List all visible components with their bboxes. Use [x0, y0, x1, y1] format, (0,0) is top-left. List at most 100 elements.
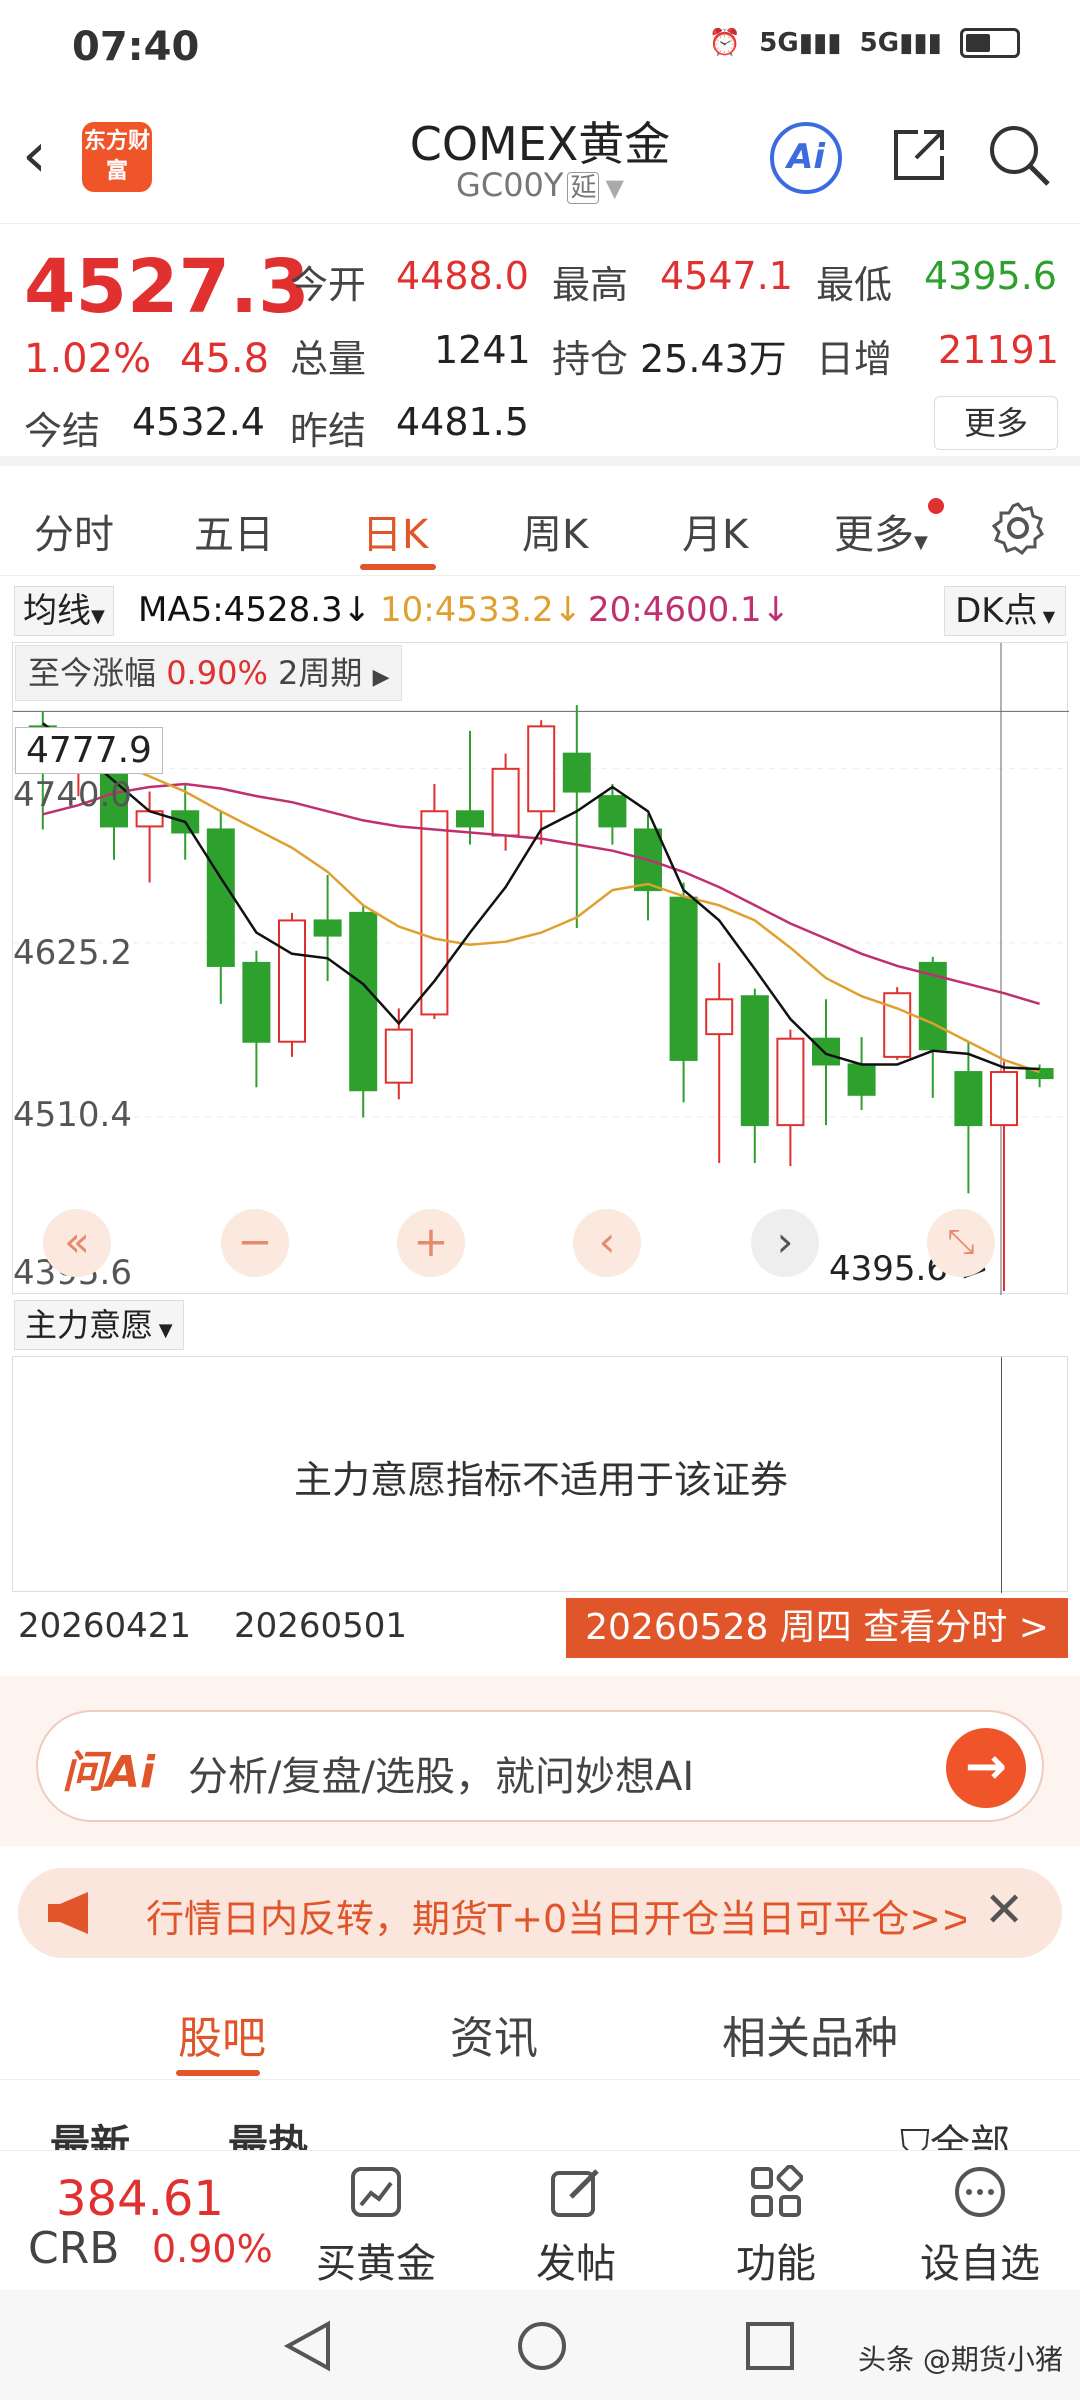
- oi-value: 25.43万: [640, 337, 787, 381]
- nav-recents-icon[interactable]: [744, 2320, 796, 2372]
- oi-label: 持仓: [552, 337, 629, 381]
- view-intraday-button[interactable]: 20260528 周四 查看分时 >: [566, 1598, 1068, 1658]
- tab-more[interactable]: 更多▼: [834, 502, 928, 560]
- status-icons: ⏰ 5G▮▮▮ 5G▮▮▮: [709, 28, 1020, 58]
- indicator-panel: 主力意愿指标不适用于该证券: [12, 1356, 1068, 1593]
- ask-ai-bar[interactable]: 问Ai 分析/复盘/选股，就问妙想AI →: [36, 1710, 1044, 1822]
- tab-monthly-k[interactable]: 月K: [682, 502, 748, 560]
- more-button[interactable]: 更多: [934, 396, 1058, 450]
- search-icon[interactable]: [986, 122, 1052, 188]
- tab-intraday[interactable]: 分时: [34, 502, 114, 560]
- daily-inc-label: 日增: [816, 337, 893, 381]
- high-label: 最高: [552, 263, 629, 307]
- prev-button[interactable]: ‹: [573, 1209, 641, 1277]
- tab-weekly-k[interactable]: 周K: [522, 502, 588, 560]
- arrow-right-icon[interactable]: →: [946, 1728, 1026, 1808]
- ask-ai-logo: 问Ai: [62, 1747, 156, 1798]
- open-value: 4488.0: [396, 254, 529, 298]
- signal-icon-1: 5G▮▮▮: [759, 28, 842, 58]
- ai-button[interactable]: Ai: [770, 122, 842, 194]
- date-label-1: 20260421: [18, 1606, 192, 1646]
- y-label-top: 4740.0: [13, 775, 132, 815]
- candle-body-27: [990, 1071, 1018, 1127]
- kline-svg: [13, 643, 1069, 1295]
- signal-icon-2: 5G▮▮▮: [859, 28, 942, 58]
- watermark: 头条 @期货小猪: [858, 2343, 1063, 2376]
- range-change-pill[interactable]: 至今涨幅 0.90% 2周期 ▶: [15, 645, 403, 701]
- active-tab-underline: [176, 2070, 260, 2076]
- candle-body-21: [776, 1037, 805, 1127]
- volume-label: 总量: [290, 337, 367, 381]
- chevron-down-icon: ▼: [605, 174, 624, 202]
- grid-icon: [751, 2164, 804, 2217]
- crb-pct: 0.90%: [152, 2227, 273, 2271]
- prev-settle-value: 4481.5: [396, 400, 529, 444]
- zoom-out-button[interactable]: −: [221, 1209, 289, 1277]
- tab-forum[interactable]: 股吧: [178, 2002, 266, 2066]
- settle-label: 今结: [24, 409, 101, 453]
- candle-body-12: [456, 810, 484, 828]
- ask-ai-placeholder: 分析/复盘/选股，就问妙想AI: [188, 1754, 695, 1800]
- nav-back-icon[interactable]: [280, 2318, 336, 2374]
- tab-daily-k[interactable]: 日K: [362, 502, 428, 560]
- crb-value: 384.61: [56, 2171, 224, 2227]
- nav-home-icon[interactable]: [514, 2318, 570, 2374]
- notice-text: 行情日内反转，期货T+0当日开仓当日可平仓>>: [146, 1897, 966, 1941]
- prev-settle-label: 昨结: [290, 409, 367, 453]
- tab-related[interactable]: 相关品种: [722, 2002, 898, 2066]
- candle-body-28: [1025, 1068, 1054, 1080]
- status-bar: 07:40 ⏰ 5G▮▮▮ 5G▮▮▮: [0, 0, 1080, 100]
- candle-body-16: [598, 795, 627, 828]
- alarm-icon: ⏰: [708, 28, 742, 58]
- candle-body-18: [669, 896, 698, 1061]
- close-icon[interactable]: ✕: [984, 1882, 1024, 1938]
- quote-panel: 4527.3 1.02% 45.8 今开 4488.0 最高 4547.1 最低…: [0, 226, 1080, 466]
- high-value: 4547.1: [660, 254, 793, 298]
- caret-down-icon: ▼: [1037, 607, 1055, 626]
- candle-body-7: [278, 919, 306, 1043]
- caret-down-icon: ▼: [914, 532, 928, 553]
- date-label-2: 20260501: [234, 1606, 408, 1646]
- zoom-in-button[interactable]: +: [397, 1209, 465, 1277]
- gear-icon[interactable]: [990, 500, 1046, 556]
- notice-banner[interactable]: 行情日内反转，期货T+0当日开仓当日可平仓>> ✕: [18, 1868, 1062, 1958]
- candle-body-22: [812, 1037, 840, 1066]
- last-price: 4527.3: [24, 244, 310, 330]
- candle-body-13: [491, 767, 520, 837]
- buy-gold-button[interactable]: 买黄金: [296, 2165, 456, 2289]
- tab-news[interactable]: 资讯: [450, 2002, 538, 2066]
- notification-dot: [928, 498, 944, 514]
- fast-back-button[interactable]: «: [43, 1209, 111, 1277]
- candle-body-23: [847, 1063, 876, 1096]
- y-label-2: 4625.2: [13, 933, 132, 973]
- candle-body-9: [349, 911, 378, 1092]
- candle-body-26: [954, 1071, 983, 1127]
- next-button[interactable]: ›: [751, 1209, 819, 1277]
- share-icon[interactable]: [888, 124, 950, 186]
- kline-chart[interactable]: 至今涨幅 0.90% 2周期 ▶ 4740.0 4625.2 4510.4 43…: [12, 642, 1069, 1295]
- active-tab-underline: [360, 564, 436, 570]
- indicator-selector[interactable]: 主力意愿 ▼: [14, 1300, 184, 1350]
- change-pct: 1.02%: [24, 336, 152, 382]
- more-circle-icon: [955, 2167, 1005, 2217]
- crb-name: CRB: [28, 2223, 120, 2274]
- daily-inc-value: 21191: [938, 328, 1059, 372]
- delay-badge: 延: [567, 172, 600, 204]
- system-nav-bar: 头条 @期货小猪: [0, 2290, 1080, 2400]
- open-label: 今开: [290, 263, 367, 307]
- add-watchlist-button[interactable]: 设自选: [900, 2165, 1060, 2289]
- indicator-message: 主力意愿指标不适用于该证券: [293, 1458, 788, 1502]
- candle-body-14: [527, 725, 556, 813]
- dk-point-selector[interactable]: DK点 ▼: [944, 586, 1066, 636]
- expand-button[interactable]: ⤡: [927, 1209, 995, 1277]
- function-button[interactable]: 功能: [696, 2164, 856, 2289]
- y-label-3: 4510.4: [13, 1095, 132, 1135]
- post-button[interactable]: 发帖: [496, 2165, 656, 2289]
- tab-five-day[interactable]: 五日: [194, 502, 274, 560]
- bottom-toolbar: 384.61 CRB 0.90% 买黄金 发帖 功能 设自选: [0, 2150, 1080, 2289]
- ma-selector[interactable]: 均线▼: [14, 586, 114, 636]
- volume-value: 1241: [434, 328, 531, 372]
- ma5-value: MA5:4528.3↓: [138, 590, 372, 630]
- status-time: 07:40: [72, 24, 200, 70]
- edit-icon: [551, 2169, 599, 2217]
